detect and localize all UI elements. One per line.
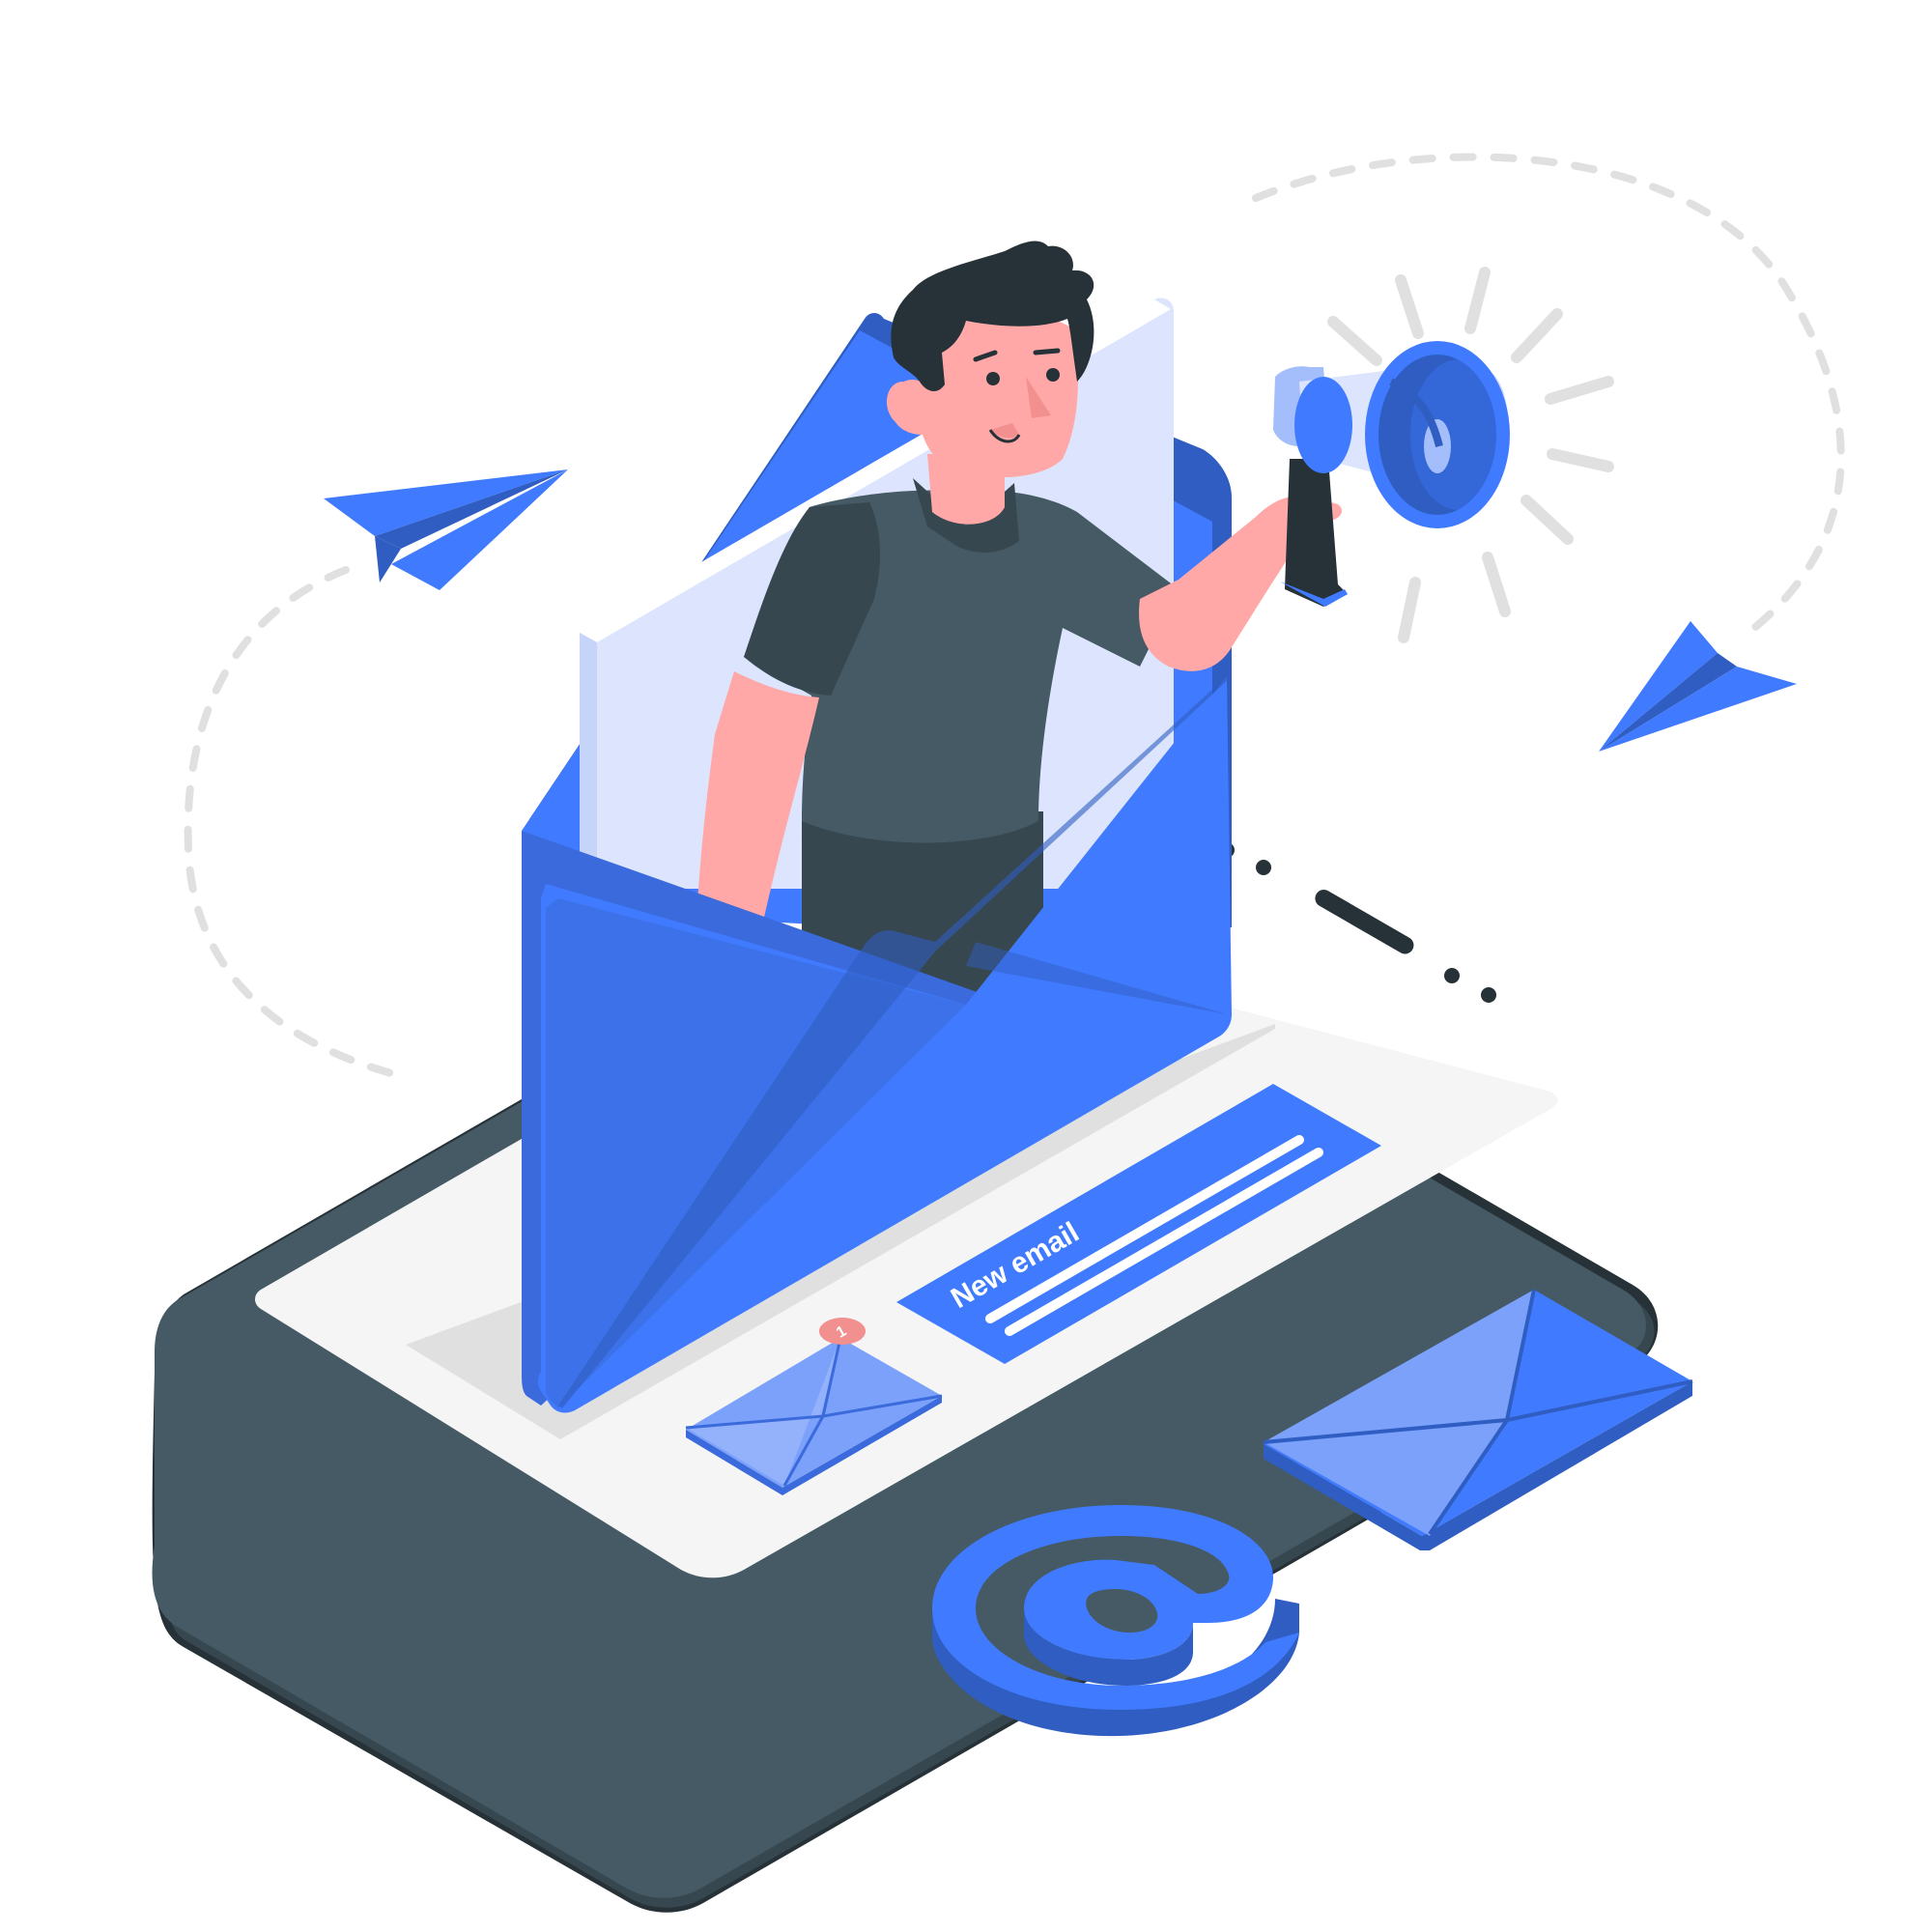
paper-plane-icon <box>324 469 568 590</box>
new-email-illustration: New email 1 <box>152 153 1845 1913</box>
dashed-flight-path-left <box>184 566 410 1081</box>
notification-badge: 1 <box>819 1318 866 1345</box>
paper-plane-icon <box>1599 621 1797 752</box>
phone-speaker <box>1219 842 1496 1003</box>
megaphone-icon <box>1273 341 1510 607</box>
